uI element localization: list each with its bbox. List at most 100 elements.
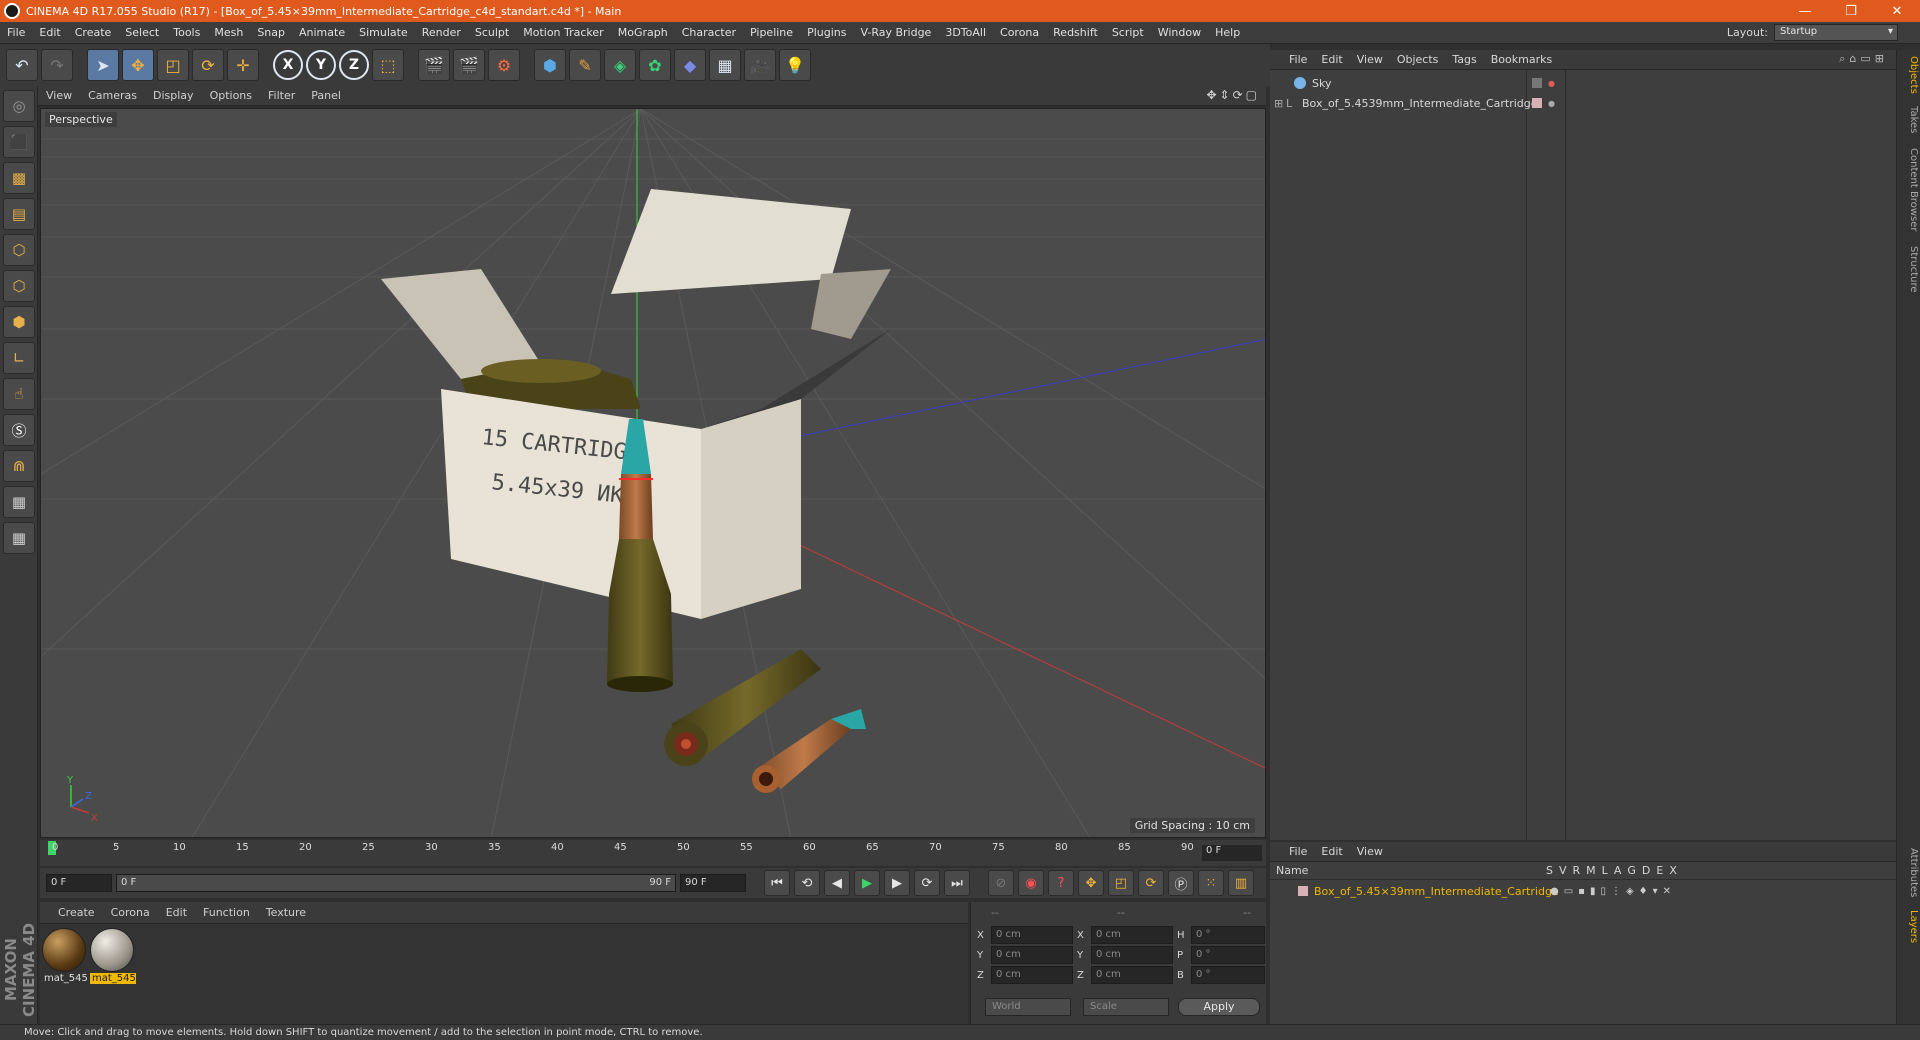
- viewport-navigation-icons[interactable]: ✥⇕⟳▢: [1206, 88, 1260, 102]
- timeline-ruler[interactable]: 0 5 10 15 20 25 30 35 40 45 50 55 60 65 …: [40, 840, 1266, 866]
- material-swatch[interactable]: mat_545: [42, 928, 88, 984]
- key-scale-icon[interactable]: ◰: [1108, 870, 1134, 896]
- menu-vray-bridge[interactable]: V-Ray Bridge: [853, 26, 938, 39]
- current-frame-field[interactable]: 0 F: [1202, 845, 1262, 861]
- menu-mograph[interactable]: MoGraph: [611, 26, 675, 39]
- viewport-menu-options[interactable]: Options: [202, 89, 260, 102]
- y-axis-lock-icon[interactable]: Y: [306, 50, 336, 80]
- render-settings-icon[interactable]: ⚙: [488, 49, 520, 81]
- start-frame-field[interactable]: 0 F: [46, 874, 112, 892]
- spline-pen-icon[interactable]: ✎: [569, 49, 601, 81]
- menu-mesh[interactable]: Mesh: [207, 26, 250, 39]
- key-pla-icon[interactable]: ⁙: [1198, 870, 1224, 896]
- workplane-mode-icon[interactable]: ▤: [3, 198, 35, 230]
- layers-menu-file[interactable]: File: [1282, 845, 1314, 858]
- position-z-field[interactable]: 0 cm: [991, 966, 1073, 984]
- go-to-start-icon[interactable]: ⏮: [764, 870, 790, 896]
- menu-sculpt[interactable]: Sculpt: [468, 26, 516, 39]
- menu-simulate[interactable]: Simulate: [352, 26, 415, 39]
- menu-corona[interactable]: Corona: [993, 26, 1046, 39]
- layers-menu-view[interactable]: View: [1350, 845, 1390, 858]
- object-row-sky[interactable]: Sky ●: [1270, 74, 1896, 92]
- menu-select[interactable]: Select: [118, 26, 166, 39]
- menu-render[interactable]: Render: [415, 26, 468, 39]
- cube-primitive-icon[interactable]: ⬢: [534, 49, 566, 81]
- snap-icon[interactable]: Ⓢ: [3, 414, 35, 446]
- material-menu-create[interactable]: Create: [50, 906, 103, 919]
- menu-window[interactable]: Window: [1151, 26, 1208, 39]
- layers-menu-edit[interactable]: Edit: [1314, 845, 1349, 858]
- material-menu-corona[interactable]: Corona: [103, 906, 158, 919]
- edges-mode-icon[interactable]: ⬡: [3, 270, 35, 302]
- menu-pipeline[interactable]: Pipeline: [743, 26, 800, 39]
- live-selection-icon[interactable]: ✛: [227, 49, 259, 81]
- position-x-field[interactable]: 0 cm: [991, 926, 1073, 944]
- next-frame-icon[interactable]: ▶: [884, 870, 910, 896]
- render-to-picture-viewer-icon[interactable]: 🎬: [453, 49, 485, 81]
- texture-mode-icon[interactable]: ▩: [3, 162, 35, 194]
- apply-button[interactable]: Apply: [1178, 998, 1260, 1016]
- subdivision-surface-icon[interactable]: ◈: [604, 49, 636, 81]
- menu-animate[interactable]: Animate: [292, 26, 352, 39]
- size-y-field[interactable]: 0 cm: [1091, 946, 1173, 964]
- axis-mode-icon[interactable]: ∟: [3, 342, 35, 374]
- layer-color-swatch[interactable]: [1298, 886, 1308, 896]
- planar-workplane-icon[interactable]: ▦: [3, 522, 35, 554]
- z-axis-lock-icon[interactable]: Z: [339, 50, 369, 80]
- size-x-field[interactable]: 0 cm: [1091, 926, 1173, 944]
- camera-icon[interactable]: 🎥: [744, 49, 776, 81]
- frame-range-slider[interactable]: 0 F 90 F: [116, 874, 676, 892]
- tab-structure[interactable]: Structure: [1899, 246, 1919, 293]
- menu-motion-tracker[interactable]: Motion Tracker: [516, 26, 610, 39]
- close-button[interactable]: ✕: [1874, 4, 1920, 19]
- render-view-icon[interactable]: 🎬: [418, 49, 450, 81]
- points-mode-icon[interactable]: ⬡: [3, 234, 35, 266]
- material-tag-icon[interactable]: [1532, 98, 1542, 108]
- viewport-menu-filter[interactable]: Filter: [260, 89, 303, 102]
- move-tool-icon[interactable]: ✥: [122, 49, 154, 81]
- scale-tool-icon[interactable]: ◰: [157, 49, 189, 81]
- tab-takes[interactable]: Takes: [1899, 106, 1919, 133]
- minimize-button[interactable]: —: [1782, 4, 1828, 19]
- menu-character[interactable]: Character: [675, 26, 743, 39]
- timeline-window-icon[interactable]: ▥: [1228, 870, 1254, 896]
- end-frame-field[interactable]: 90 F: [680, 874, 746, 892]
- menu-plugins[interactable]: Plugins: [800, 26, 853, 39]
- layer-row[interactable]: Box_of_5.45×39mm_Intermediate_Cartridge …: [1270, 882, 1896, 900]
- tab-objects[interactable]: Objects: [1899, 56, 1919, 94]
- objects-menu-bookmarks[interactable]: Bookmarks: [1484, 53, 1559, 66]
- record-active-objects-icon[interactable]: ◉: [1018, 870, 1044, 896]
- viewport-menu-display[interactable]: Display: [145, 89, 202, 102]
- floor-plane-icon[interactable]: ▦: [709, 49, 741, 81]
- viewport-menu-panel[interactable]: Panel: [303, 89, 349, 102]
- redo-icon[interactable]: ↷: [41, 49, 73, 81]
- objects-menu-tags[interactable]: Tags: [1445, 53, 1483, 66]
- key-rotation-icon[interactable]: ⟳: [1138, 870, 1164, 896]
- position-y-field[interactable]: 0 cm: [991, 946, 1073, 964]
- tweak-mode-icon[interactable]: ☝: [3, 378, 35, 410]
- menu-tools[interactable]: Tools: [166, 26, 207, 39]
- tab-content-browser[interactable]: Content Browser: [1899, 148, 1919, 231]
- polygons-mode-icon[interactable]: ⬢: [3, 306, 35, 338]
- search-home-icons[interactable]: ⌕⌂▭⊞: [1839, 52, 1888, 66]
- size-mode-dropdown[interactable]: Scale: [1083, 998, 1169, 1016]
- objects-menu-file[interactable]: File: [1282, 53, 1314, 66]
- material-menu-function[interactable]: Function: [195, 906, 258, 919]
- visibility-dots-icon[interactable]: ●: [1548, 99, 1555, 108]
- menu-script[interactable]: Script: [1105, 26, 1151, 39]
- make-editable-icon[interactable]: ◎: [3, 90, 35, 122]
- material-menu-texture[interactable]: Texture: [258, 906, 314, 919]
- previous-key-icon[interactable]: ⟲: [794, 870, 820, 896]
- go-to-end-icon[interactable]: ⏭: [944, 870, 970, 896]
- next-key-icon[interactable]: ⟳: [914, 870, 940, 896]
- size-z-field[interactable]: 0 cm: [1091, 966, 1173, 984]
- rotation-p-field[interactable]: 0 °: [1191, 946, 1265, 964]
- menu-redshift[interactable]: Redshift: [1046, 26, 1105, 39]
- rotation-h-field[interactable]: 0 °: [1191, 926, 1265, 944]
- menu-snap[interactable]: Snap: [250, 26, 292, 39]
- workplane-lock-icon[interactable]: ▦: [3, 486, 35, 518]
- viewport-menu-view[interactable]: View: [38, 89, 80, 102]
- record-keys-disabled-icon[interactable]: ⊘: [988, 870, 1014, 896]
- menu-create[interactable]: Create: [68, 26, 119, 39]
- object-row-box[interactable]: ⊞ L Box_of_5.4539mm_Intermediate_Cartrid…: [1270, 94, 1896, 112]
